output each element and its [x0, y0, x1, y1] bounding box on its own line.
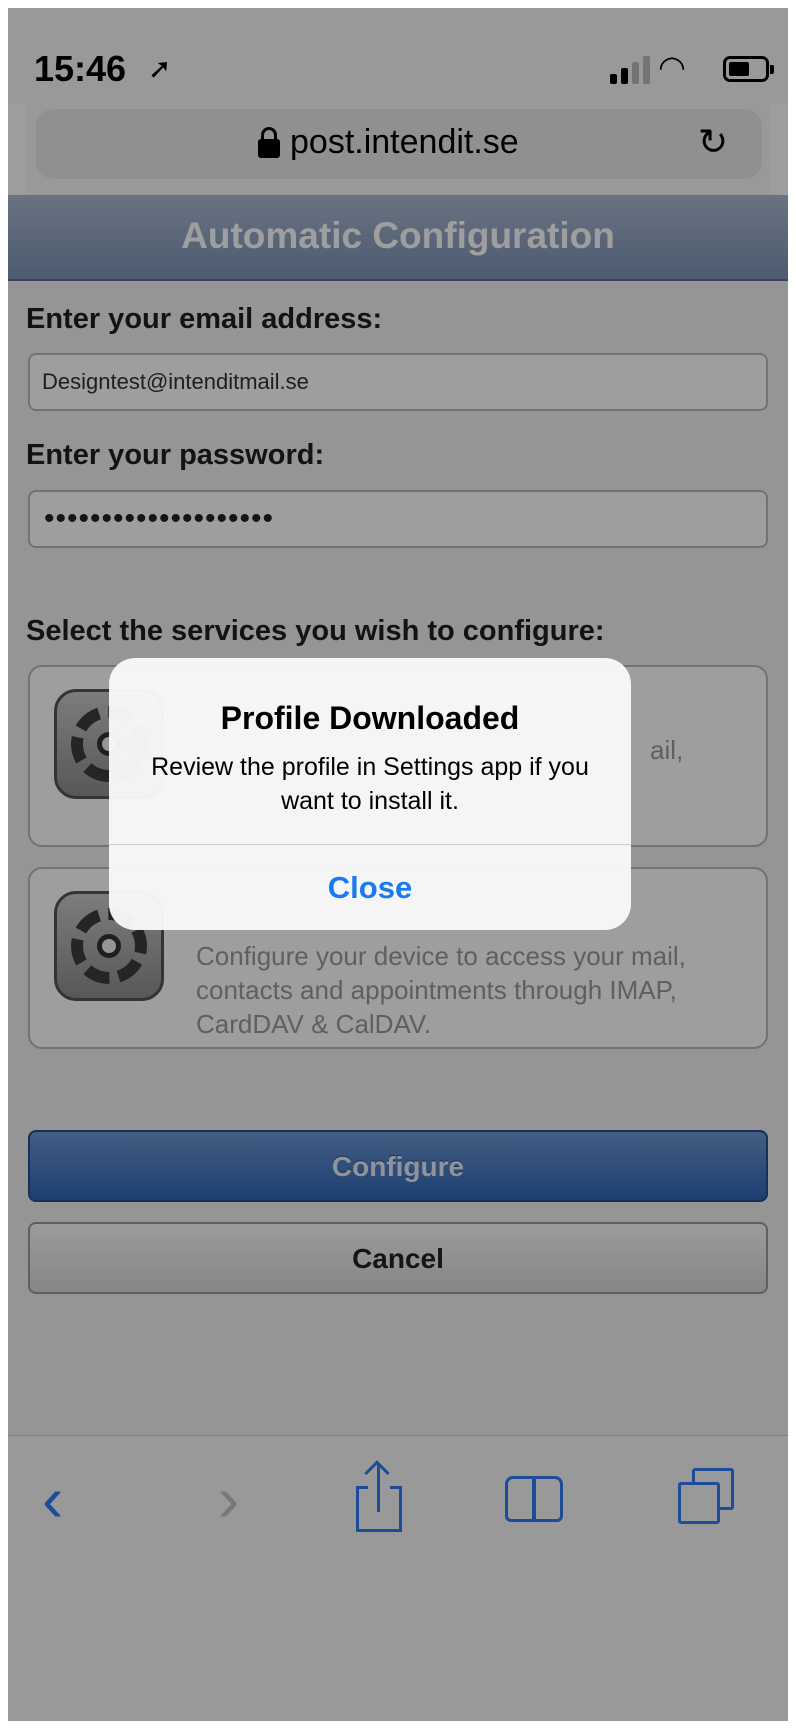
alert-message: Review the profile in Settings app if yo…	[151, 753, 589, 815]
close-button[interactable]: Close	[109, 845, 631, 930]
alert-title: Profile Downloaded	[220, 700, 520, 736]
alert-dialog: Profile Downloaded Review the profile in…	[109, 658, 631, 930]
phone-screen: 15:46 ➚ ◠ post.intendit.se ↻ Automatic C…	[8, 8, 788, 1721]
